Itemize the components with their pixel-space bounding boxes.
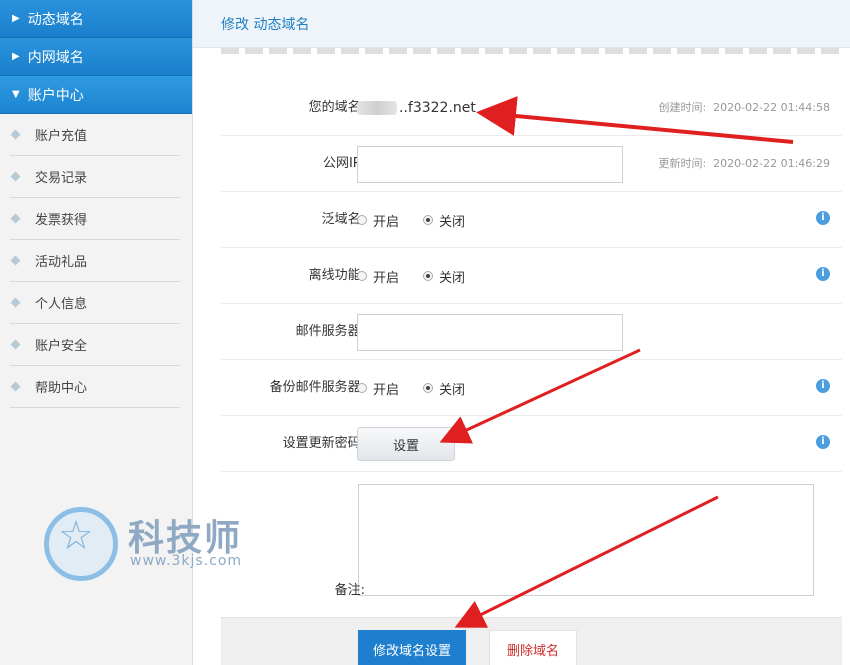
row-notes: 备注: <box>221 472 842 614</box>
created-time: 创建时间: 2020-02-22 01:44:58 <box>658 80 830 136</box>
sidebar-item-label: 账户安全 <box>35 339 88 354</box>
sidebar-item-label: 交易记录 <box>35 171 88 186</box>
wildcard-off-radio[interactable]: 关闭 <box>423 211 465 230</box>
bullet-icon <box>10 339 21 350</box>
bullet-icon <box>10 381 21 392</box>
domain-value-wrap: ..f3322.net <box>357 80 476 136</box>
nav-section-label: 动态域名 <box>27 11 84 28</box>
radio-label: 开启 <box>373 214 400 230</box>
created-time-value: 2020-02-22 01:44:58 <box>713 101 830 114</box>
radio-label: 开启 <box>373 270 400 286</box>
dashed-divider <box>221 48 842 54</box>
update-password-label: 设置更新密码: <box>282 436 365 451</box>
sidebar-item-transactions[interactable]: 交易记录 <box>10 156 180 198</box>
mail-server-label: 邮件服务器: <box>295 324 365 339</box>
radio-circle <box>357 383 367 393</box>
backup-mail-label: 备份邮件服务器: <box>269 380 365 395</box>
backup-mail-on-radio[interactable]: 开启 <box>357 379 399 398</box>
radio-label: 关闭 <box>439 214 466 230</box>
info-icon[interactable]: i <box>816 211 830 225</box>
wildcard-on-radio[interactable]: 开启 <box>357 211 399 230</box>
notes-label: 备注: <box>334 583 365 598</box>
mail-server-field-wrap <box>357 304 623 360</box>
radio-label: 关闭 <box>439 270 466 286</box>
bullet-icon <box>10 213 21 224</box>
backup-mail-options: 开启 关闭 <box>357 360 489 416</box>
offline-options: 开启 关闭 <box>357 248 489 304</box>
radio-circle <box>357 271 367 281</box>
radio-circle-selected <box>423 215 434 225</box>
row-offline: 离线功能: 开启 关闭 i <box>221 248 842 304</box>
domain-value: ..f3322.net <box>399 100 476 116</box>
updated-time: 更新时间: 2020-02-22 01:46:29 <box>658 136 830 192</box>
edit-domain-form: 您的域名: ..f3322.net 创建时间: 2020-02-22 01:44… <box>221 80 842 614</box>
sidebar-item-label: 账户充值 <box>35 129 88 144</box>
star-icon: ☆ <box>58 513 94 559</box>
row-mail-server: 邮件服务器: <box>221 304 842 360</box>
watermark-url: www.3kjs.com <box>130 553 243 569</box>
wildcard-options: 开启 关闭 <box>357 192 489 248</box>
nav-section-dynamic-domain[interactable]: ▶ 动态域名 <box>0 0 192 38</box>
row-public-ip: 公网IP: 更新时间: 2020-02-22 01:46:29 <box>221 136 842 192</box>
caret-down-icon: ▼ <box>12 89 20 100</box>
row-wildcard: 泛域名: 开启 关闭 i <box>221 192 842 248</box>
radio-circle-selected <box>423 383 434 393</box>
public-ip-field-wrap <box>357 136 623 192</box>
watermark: ☆ 科技师 www.3kjs.com <box>44 503 274 583</box>
nav-section-intranet-domain[interactable]: ▶ 内网域名 <box>0 38 192 76</box>
radio-circle-selected <box>423 271 434 281</box>
form-footer: 修改域名设置 删除域名 <box>221 617 842 665</box>
offline-on-radio[interactable]: 开启 <box>357 267 399 286</box>
sidebar-item-label: 活动礼品 <box>35 255 88 270</box>
sidebar-item-gifts[interactable]: 活动礼品 <box>10 240 180 282</box>
page-header: 修改 动态域名 <box>193 0 850 48</box>
sidebar-item-label: 帮助中心 <box>35 381 88 396</box>
bullet-icon <box>10 297 21 308</box>
sidebar-item-invoice[interactable]: 发票获得 <box>10 198 180 240</box>
radio-circle <box>357 215 367 225</box>
delete-domain-button[interactable]: 删除域名 <box>489 630 577 665</box>
page-title: 修改 动态域名 <box>221 16 310 33</box>
sidebar-item-label: 发票获得 <box>35 213 88 228</box>
updated-time-value: 2020-02-22 01:46:29 <box>713 157 830 170</box>
sidebar-item-recharge[interactable]: 账户充值 <box>10 114 180 156</box>
sidebar-item-security[interactable]: 账户安全 <box>10 324 180 366</box>
sidebar-item-help[interactable]: 帮助中心 <box>10 366 180 408</box>
bullet-icon <box>10 171 21 182</box>
caret-right-icon: ▶ <box>12 13 20 24</box>
offline-off-radio[interactable]: 关闭 <box>423 267 465 286</box>
save-domain-button[interactable]: 修改域名设置 <box>358 630 466 665</box>
radio-label: 关闭 <box>439 382 466 398</box>
notes-textarea[interactable] <box>358 484 814 596</box>
updated-time-label: 更新时间: <box>658 157 707 170</box>
mail-server-input[interactable] <box>357 313 623 351</box>
row-backup-mail: 备份邮件服务器: 开启 关闭 i <box>221 360 842 416</box>
public-ip-input[interactable] <box>357 145 623 183</box>
bullet-icon <box>10 129 21 140</box>
row-update-password: 设置更新密码: 设置 i <box>221 416 842 472</box>
nav-section-label: 内网域名 <box>27 49 84 66</box>
caret-right-icon: ▶ <box>12 51 20 62</box>
info-icon[interactable]: i <box>816 267 830 281</box>
created-time-label: 创建时间: <box>658 101 707 114</box>
radio-label: 开启 <box>373 382 400 398</box>
backup-mail-off-radio[interactable]: 关闭 <box>423 379 465 398</box>
redacted-subdomain <box>357 101 397 115</box>
nav-section-account-center[interactable]: ▼ 账户中心 <box>0 76 192 114</box>
sidebar-item-label: 个人信息 <box>35 297 88 312</box>
set-password-button[interactable]: 设置 <box>357 427 455 461</box>
update-password-wrap: 设置 <box>357 416 455 472</box>
row-domain: 您的域名: ..f3322.net 创建时间: 2020-02-22 01:44… <box>221 80 842 136</box>
nav-section-label: 账户中心 <box>27 87 84 104</box>
sidebar-item-profile[interactable]: 个人信息 <box>10 282 180 324</box>
bullet-icon <box>10 255 21 266</box>
info-icon[interactable]: i <box>816 435 830 449</box>
info-icon[interactable]: i <box>816 379 830 393</box>
